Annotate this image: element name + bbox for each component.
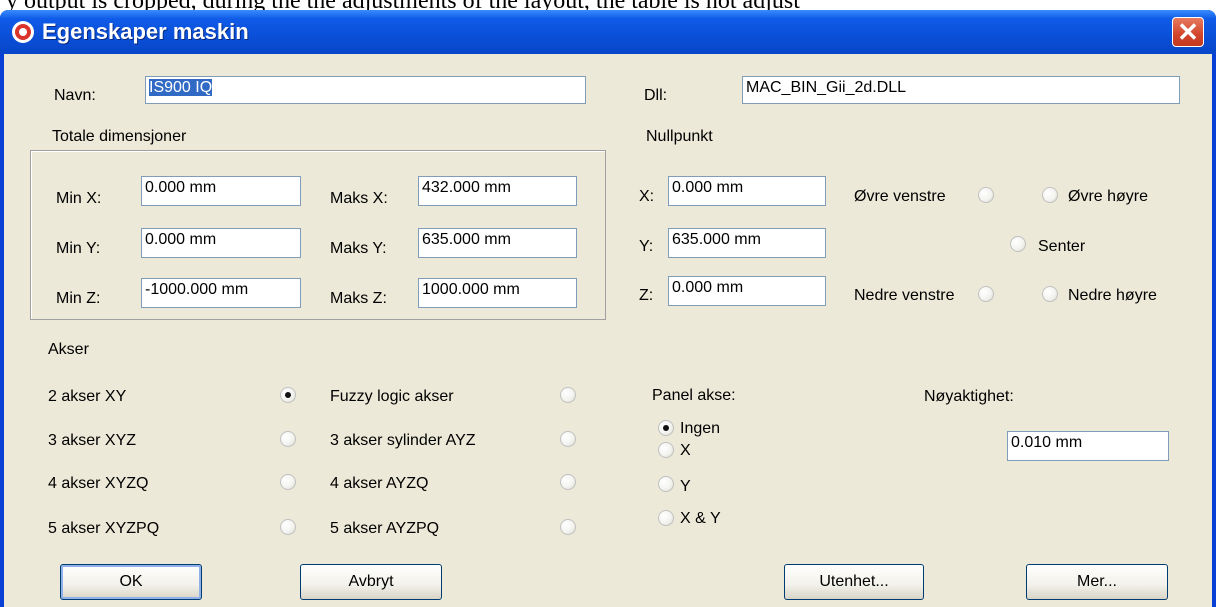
panel-x-label: X [680, 442, 691, 459]
dimensions-title: Totale dimensjoner [52, 128, 187, 145]
origin-z-label: Z: [639, 287, 654, 304]
min-x-label: Min X: [56, 190, 102, 207]
min-z-field[interactable]: -1000.000 mm [141, 278, 301, 308]
dll-label: Dll: [644, 87, 668, 104]
min-y-field[interactable]: 0.000 mm [141, 228, 301, 258]
lower-right-label: Nedre høyre [1068, 287, 1157, 304]
upper-left-label: Øvre venstre [854, 188, 946, 205]
panel-y-label: Y [680, 478, 691, 495]
axes-5-label: 5 akser XYZPQ [48, 520, 160, 537]
center-radio[interactable] [1010, 236, 1026, 252]
ayzpq-radio[interactable] [560, 519, 576, 535]
axes-3-label: 3 akser XYZ [48, 432, 137, 449]
lower-left-label: Nedre venstre [854, 287, 955, 304]
origin-y-label: Y: [639, 238, 654, 255]
upper-right-label: Øvre høyre [1068, 188, 1149, 205]
panel-xy-label: X & Y [680, 510, 721, 527]
panel-none-label: Ingen [680, 420, 721, 437]
panel-xy-radio[interactable] [658, 510, 674, 526]
center-label: Senter [1038, 238, 1086, 255]
name-label: Navn: [54, 87, 96, 104]
max-z-label: Maks Z: [330, 290, 387, 307]
precision-label: Nøyaktighet: [924, 388, 1014, 405]
origin-y-field[interactable]: 635.000 mm [668, 228, 826, 258]
precision-field[interactable]: 0.010 mm [1007, 431, 1169, 461]
close-button[interactable]: ✕ [1172, 17, 1204, 47]
lower-left-radio[interactable] [978, 286, 994, 302]
fuzzy-label: Fuzzy logic akser [330, 388, 454, 405]
units-button[interactable]: Utenhet... [784, 564, 924, 600]
axes-2-label: 2 akser XY [48, 388, 127, 405]
cancel-button[interactable]: Avbryt [300, 564, 442, 600]
ayzq-radio[interactable] [560, 474, 576, 490]
origin-x-field[interactable]: 0.000 mm [668, 176, 826, 206]
title-bar: Egenskaper maskin ✕ [0, 10, 1216, 54]
axes-2-radio[interactable] [280, 387, 296, 403]
more-button[interactable]: Mer... [1026, 564, 1168, 600]
max-y-field[interactable]: 635.000 mm [418, 228, 577, 258]
fuzzy-radio[interactable] [560, 387, 576, 403]
name-field[interactable]: IS900 IQ [145, 76, 586, 104]
axes-3-radio[interactable] [280, 431, 296, 447]
dialog-window: Egenskaper maskin ✕ Navn: IS900 IQ Dll: … [0, 10, 1216, 607]
app-icon [12, 21, 34, 43]
axes-4-label: 4 akser XYZQ [48, 475, 149, 492]
panel-none-radio[interactable] [658, 420, 674, 436]
max-z-field[interactable]: 1000.000 mm [418, 278, 577, 308]
cylinder-radio[interactable] [560, 431, 576, 447]
dialog-body: Navn: IS900 IQ Dll: MAC_BIN_Gii_2d.DLL T… [4, 54, 1212, 607]
upper-left-radio[interactable] [978, 187, 994, 203]
min-x-field[interactable]: 0.000 mm [141, 176, 301, 206]
panel-axis-title: Panel akse: [652, 387, 736, 404]
ayzq-label: 4 akser AYZQ [330, 475, 429, 492]
axes-title: Akser [48, 341, 89, 358]
origin-z-field[interactable]: 0.000 mm [668, 276, 826, 306]
axes-4-radio[interactable] [280, 474, 296, 490]
cylinder-label: 3 akser sylinder AYZ [330, 432, 476, 449]
max-x-field[interactable]: 432.000 mm [418, 176, 577, 206]
name-value: IS900 IQ [149, 79, 213, 96]
max-x-label: Maks X: [330, 190, 388, 207]
window-title: Egenskaper maskin [42, 19, 249, 44]
lower-right-radio[interactable] [1042, 286, 1058, 302]
origin-title: Nullpunkt [646, 128, 713, 145]
axes-5-radio[interactable] [280, 519, 296, 535]
max-y-label: Maks Y: [330, 240, 387, 257]
panel-x-radio[interactable] [658, 442, 674, 458]
origin-x-label: X: [639, 188, 655, 205]
min-z-label: Min Z: [56, 290, 101, 307]
ok-button[interactable]: OK [60, 564, 202, 600]
min-y-label: Min Y: [56, 240, 101, 257]
panel-y-radio[interactable] [658, 476, 674, 492]
dll-field[interactable]: MAC_BIN_Gii_2d.DLL [742, 76, 1180, 104]
ayzpq-label: 5 akser AYZPQ [330, 520, 440, 537]
upper-right-radio[interactable] [1042, 187, 1058, 203]
